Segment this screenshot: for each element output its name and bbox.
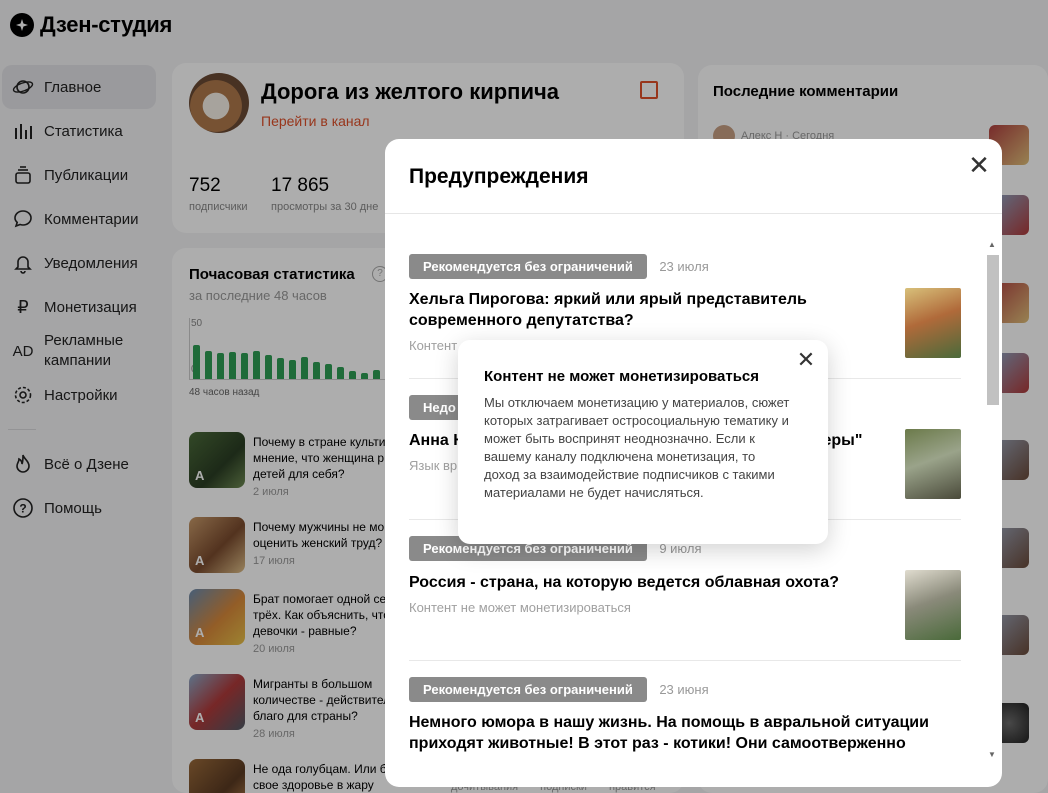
warning-item[interactable]: Рекомендуется без ограничений 23 июня Не… (409, 677, 961, 787)
warning-title-start: Анна Н (409, 432, 465, 449)
close-icon[interactable]: ✕ (794, 348, 818, 372)
modal-divider (385, 213, 1002, 214)
scroll-down-arrow-icon[interactable]: ▼ (988, 751, 996, 759)
popover-title: Контент не может монетизироваться (484, 368, 760, 385)
popover-body: Мы отключаем монетизацию у материалов, с… (484, 395, 790, 500)
warning-title[interactable]: Немного юмора в нашу жизнь. На помощь в … (409, 712, 949, 754)
warning-title[interactable]: Хельга Пирогова: яркий или ярый представ… (409, 289, 879, 331)
warning-thumbnail (905, 288, 961, 358)
warning-date: 23 июля (659, 259, 709, 274)
status-badge: Рекомендуется без ограничений (409, 677, 647, 702)
scroll-up-arrow-icon[interactable]: ▲ (988, 241, 996, 249)
warning-thumbnail (905, 429, 961, 499)
warning-thumbnail (905, 570, 961, 640)
status-badge: Рекомендуется без ограничений (409, 254, 647, 279)
warning-title[interactable]: Россия - страна, на которую ведется обла… (409, 572, 879, 593)
warning-item[interactable]: Рекомендуется без ограничений 9 июля Рос… (409, 536, 961, 640)
warning-status: Контент не может монетизироваться (409, 600, 631, 615)
scroll-thumb[interactable] (987, 255, 999, 405)
close-icon[interactable]: ✕ (965, 151, 993, 179)
divider (409, 660, 961, 661)
scrollbar[interactable]: ▲ ▼ (985, 239, 999, 764)
modal-title: Предупреждения (409, 165, 589, 188)
warning-status: Контент (409, 338, 458, 353)
monetization-info-popover: Контент не может монетизироваться ✕ Мы о… (458, 340, 828, 544)
warning-date: 23 июня (659, 682, 709, 697)
warning-status: Язык вр (409, 458, 458, 473)
